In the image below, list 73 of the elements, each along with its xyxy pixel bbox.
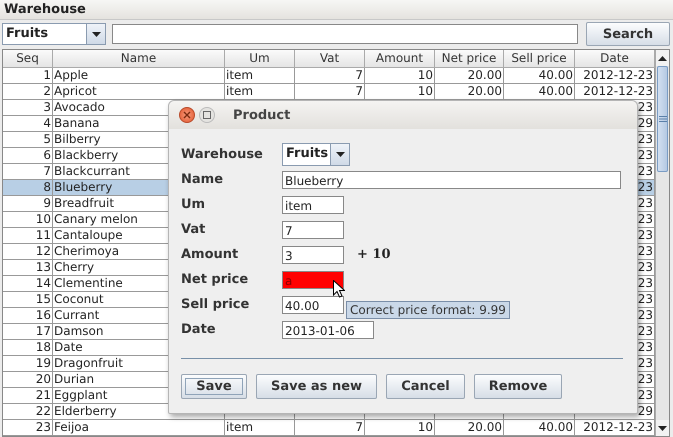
table-cell: 13 [3, 260, 53, 276]
table-cell: 2 [3, 84, 53, 100]
table-cell: Apple [53, 68, 225, 84]
table-cell: 22 [3, 404, 53, 420]
scroll-down-button[interactable] [656, 420, 669, 436]
column-header[interactable]: Net price [435, 50, 504, 68]
dialog-button[interactable]: Save [181, 374, 247, 399]
input-field[interactable]: 2013-01-06 [282, 320, 374, 338]
scroll-up-button[interactable] [656, 50, 669, 66]
table-cell: 10 [365, 420, 435, 436]
input-field[interactable]: item [282, 196, 344, 214]
table-cell: 1 [3, 68, 53, 84]
column-header[interactable]: Date [575, 50, 655, 68]
search-button[interactable]: Search [586, 22, 670, 46]
maximize-icon[interactable] [199, 107, 215, 123]
scrollbar-thumb[interactable] [657, 66, 668, 172]
table-cell: 19 [3, 356, 53, 372]
table-cell: 18 [3, 340, 53, 356]
input-field[interactable]: 3 [282, 246, 344, 264]
column-header[interactable]: Vat [295, 50, 365, 68]
up-arrow-icon [658, 56, 667, 60]
input-field[interactable]: 7 [282, 220, 344, 238]
amount-increment: + 10 [357, 247, 391, 262]
table-cell: 21 [3, 388, 53, 404]
dialog-title: Product [233, 108, 290, 122]
column-header[interactable]: Um [225, 50, 295, 68]
table-cell: 15 [3, 292, 53, 308]
category-dropdown[interactable]: Fruits [2, 23, 106, 45]
dialog-button[interactable]: Save as new [256, 374, 377, 399]
table-cell: 20.00 [435, 420, 504, 436]
table-cell: 4 [3, 116, 53, 132]
window-title: Warehouse [0, 0, 673, 20]
down-arrow-icon [658, 426, 667, 430]
field-label: Um [181, 197, 206, 212]
table-cell: 5 [3, 132, 53, 148]
search-field[interactable] [112, 24, 578, 44]
warehouse-dropdown[interactable]: Fruits [282, 143, 350, 166]
input-field[interactable]: 40.00 [282, 296, 344, 314]
dialog-button[interactable]: Cancel [386, 374, 465, 399]
field-label: Date [181, 322, 217, 337]
table-cell: 10 [3, 212, 53, 228]
table-cell: 17 [3, 324, 53, 340]
table-cell: 20 [3, 372, 53, 388]
table-cell: 8 [3, 180, 53, 196]
table-cell: item [225, 420, 295, 436]
mouse-cursor-icon [333, 280, 345, 298]
table-cell: 40.00 [504, 68, 575, 84]
table-cell: 23 [3, 420, 53, 436]
table-cell: 20.00 [435, 68, 504, 84]
table-cell: 6 [3, 148, 53, 164]
scrollbar[interactable] [655, 50, 669, 436]
tooltip: Correct price format: 9.99 [346, 301, 510, 319]
table-cell: 14 [3, 276, 53, 292]
table-cell: 40.00 [504, 420, 575, 436]
table-cell: 7 [295, 420, 365, 436]
close-icon[interactable] [179, 107, 195, 123]
table-cell: 11 [3, 228, 53, 244]
table-cell: 3 [3, 100, 53, 116]
table-cell: 9 [3, 196, 53, 212]
table-cell: 16 [3, 308, 53, 324]
input-field[interactable]: Blueberry [282, 170, 621, 188]
table-cell: 7 [295, 68, 365, 84]
column-header[interactable]: Name [53, 50, 225, 68]
caret-icon [92, 32, 100, 36]
column-header[interactable]: Seq [3, 50, 53, 68]
table-cell: item [225, 68, 295, 84]
dialog-button[interactable]: Remove [474, 374, 562, 399]
column-header[interactable]: Amount [365, 50, 435, 68]
column-header[interactable]: Sell price [504, 50, 575, 68]
caret-icon [336, 152, 344, 157]
table-cell: Feijoa [53, 420, 225, 436]
table-cell: 10 [365, 68, 435, 84]
table-cell: 12 [3, 244, 53, 260]
